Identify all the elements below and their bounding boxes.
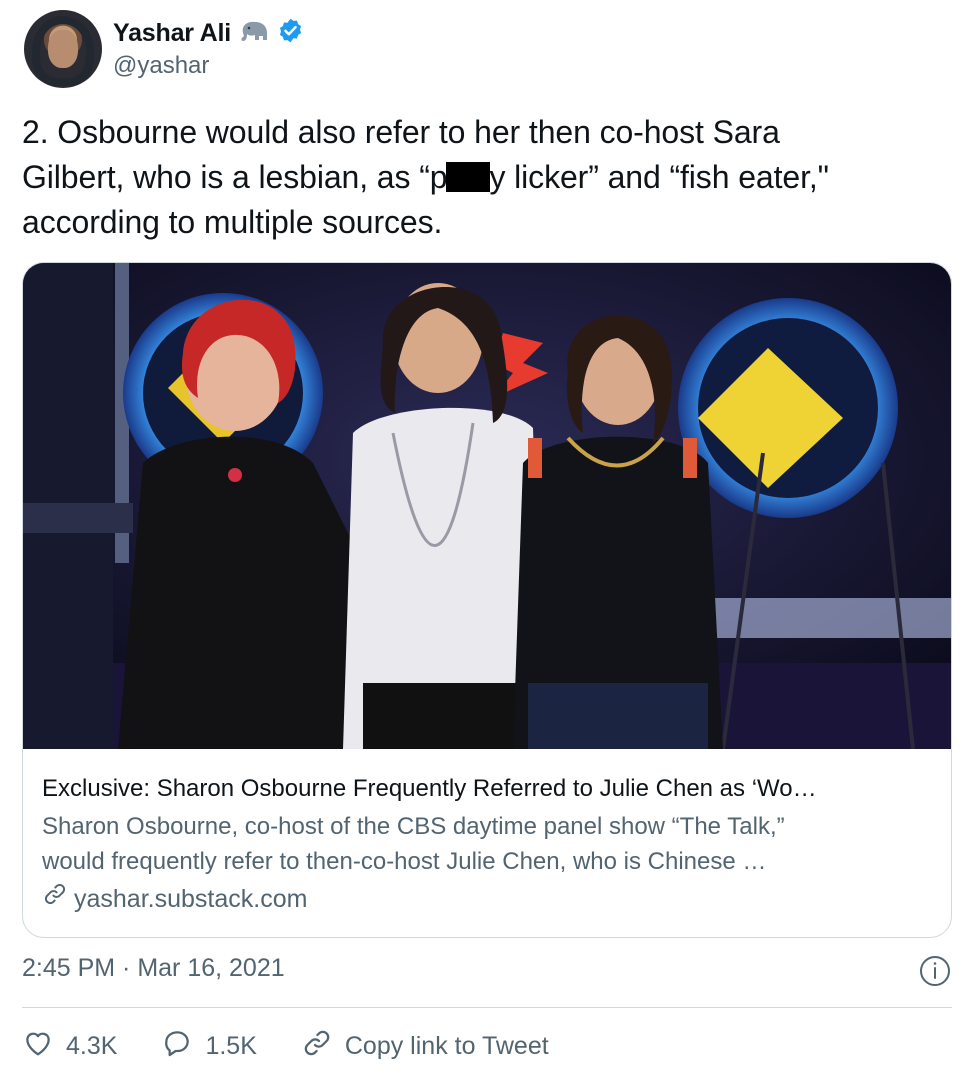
author-handle[interactable]: @yashar: [113, 52, 209, 80]
link-preview-card[interactable]: Exclusive: Sharon Osbourne Frequently Re…: [22, 262, 952, 938]
reply-count: 1.5K: [205, 1031, 257, 1060]
card-description-line: Sharon Osbourne, co-host of the CBS dayt…: [42, 813, 785, 840]
tweet: Yashar Ali @yashar 2. Osbourne would als…: [0, 0, 980, 1074]
like-count: 4.3K: [66, 1031, 118, 1060]
like-button[interactable]: 4.3K: [22, 1027, 117, 1066]
elephant-icon: [239, 19, 269, 48]
reply-button[interactable]: 1.5K: [161, 1027, 257, 1066]
verified-badge-icon: [277, 17, 304, 49]
tweet-text-line: according to multiple sources.: [22, 204, 443, 240]
link-icon: [42, 881, 68, 917]
copy-link-button[interactable]: Copy link to Tweet: [301, 1027, 549, 1066]
avatar[interactable]: [24, 10, 102, 88]
card-image[interactable]: [23, 263, 952, 749]
heart-icon: [22, 1027, 54, 1066]
reply-bubble-icon: [161, 1027, 193, 1066]
action-bar: 4.3K 1.5K Copy link to Tweet: [22, 1024, 593, 1068]
tweet-text-line: Gilbert, who is a lesbian, as “p: [22, 159, 448, 195]
tweet-text-line: y licker” and “fish eater,": [489, 159, 829, 195]
tweet-text: 2. Osbourne would also refer to her then…: [22, 110, 962, 245]
author-name[interactable]: Yashar Ali: [113, 19, 231, 48]
divider: [22, 1007, 952, 1008]
copy-link-label: Copy link to Tweet: [344, 1031, 549, 1060]
author-row[interactable]: Yashar Ali: [113, 16, 304, 50]
card-description: Sharon Osbourne, co-host of the CBS dayt…: [42, 809, 932, 879]
redaction-block: [446, 162, 491, 192]
card-title[interactable]: Exclusive: Sharon Osbourne Frequently Re…: [42, 771, 932, 807]
card-domain[interactable]: yashar.substack.com: [42, 881, 932, 917]
card-domain-text: yashar.substack.com: [74, 885, 308, 913]
tweet-text-line: 2. Osbourne would also refer to her then…: [22, 114, 780, 150]
link-icon: [301, 1027, 333, 1066]
tweet-timestamp[interactable]: 2:45 PM · Mar 16, 2021: [22, 954, 285, 983]
card-description-line: would frequently refer to then-co-host J…: [42, 848, 767, 875]
card-body[interactable]: Exclusive: Sharon Osbourne Frequently Re…: [42, 771, 932, 917]
